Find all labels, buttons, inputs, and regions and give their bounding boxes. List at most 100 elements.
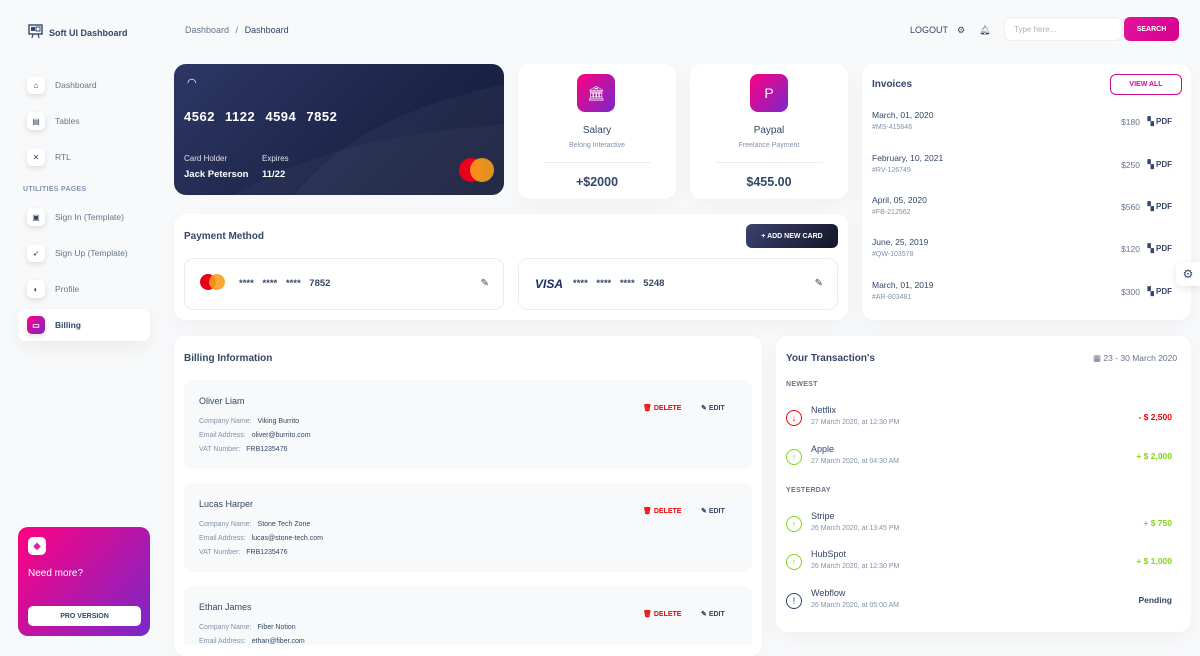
pencil-icon: ✎	[701, 405, 709, 412]
stat-subtitle: Belong Interactive	[568, 142, 626, 149]
breadcrumb-separator: /	[235, 25, 239, 35]
payment-method-title: Payment Method	[184, 231, 265, 242]
pdf-link[interactable]: ▚ PDF	[1148, 287, 1172, 296]
delete-button[interactable]: 🗑︎ DELETE	[643, 404, 681, 412]
pro-version-button[interactable]: PRO VERSION	[28, 606, 141, 626]
transaction-amount: + $ 750	[1143, 518, 1172, 528]
sidebar-item-tables[interactable]: ▤ Tables	[18, 105, 150, 137]
pdf-icon: ▚	[1147, 117, 1156, 126]
transaction-amount: Pending	[1138, 595, 1172, 605]
pdf-link[interactable]: ▚ PDF	[1148, 244, 1172, 253]
pdf-icon: ▚	[1147, 287, 1156, 296]
transaction-name: Webflow	[811, 588, 846, 598]
billing-email: ethan@fiber.com	[251, 638, 305, 645]
stat-title: Paypal	[753, 125, 785, 136]
bell-icon[interactable]: 🔔︎	[979, 25, 990, 36]
pdf-link[interactable]: ▚ PDF	[1148, 202, 1172, 211]
sidebar-item-label: RTL	[55, 152, 71, 162]
transaction-date: 26 March 2020, at 12:30 PM	[811, 563, 900, 570]
view-all-button[interactable]: VIEW ALL	[1110, 74, 1182, 95]
transaction-item: ! Webflow 26 March 2020, at 05:00 AM Pen…	[786, 588, 1176, 624]
card-number: 4562 1122 4594 7852	[184, 109, 338, 124]
payment-card-mastercard[interactable]: **** **** **** 7852 ✎	[184, 258, 504, 310]
invoice-row: June, 25, 2019 #QW-103578 $120 ▚ PDF	[872, 237, 1182, 277]
billing-entry: Oliver Liam Company Name: Viking Burrito …	[184, 380, 752, 469]
transaction-amount: - $ 2,500	[1138, 412, 1172, 422]
payment-card-visa[interactable]: VISA **** **** **** 5248 ✎	[518, 258, 838, 310]
billing-vat-row: VAT Number: FRB1235476	[199, 549, 288, 556]
invoice-row: April, 05, 2020 #FB-212562 $560 ▚ PDF	[872, 195, 1182, 235]
delete-button[interactable]: 🗑︎ DELETE	[643, 610, 681, 618]
card-digits: **** **** **** 5248	[573, 278, 665, 289]
billing-name: Oliver Liam	[199, 396, 245, 406]
arrow-up-icon: ↑	[786, 516, 802, 532]
sidebar-item-rtl[interactable]: ✕ RTL	[18, 141, 150, 173]
yesterday-label: YESTERDAY	[786, 487, 831, 494]
brand[interactable]: Soft UI Dashboard	[28, 24, 128, 41]
billing-company: Fiber Notion	[257, 624, 296, 631]
transaction-date: 26 March 2020, at 13:45 PM	[811, 525, 900, 532]
gear-icon[interactable]: ⚙	[957, 25, 965, 36]
transaction-date: 27 March 2020, at 12:30 PM	[811, 419, 900, 426]
add-new-card-button[interactable]: + ADD NEW CARD	[746, 224, 838, 248]
transaction-date: 27 March 2020, at 04:30 AM	[811, 458, 899, 465]
invoice-id: #FB-212562	[872, 209, 911, 216]
trash-icon: 🗑︎	[643, 611, 654, 618]
sidebar-section-title: UTILITIES PAGES	[23, 186, 87, 193]
search-button[interactable]: SEARCH	[1124, 17, 1179, 41]
diamond-icon: ◆	[28, 537, 46, 555]
sidebar-item-label: Dashboard	[55, 80, 97, 90]
exclamation-icon: !	[786, 593, 802, 609]
edit-button[interactable]: ✎ EDIT	[701, 404, 725, 412]
pencil-icon[interactable]: ✎	[815, 278, 823, 289]
card-holder-label: Card Holder	[184, 154, 228, 163]
sidebar-item-sign-up[interactable]: ➶ Sign Up (Template)	[18, 237, 150, 269]
breadcrumb-item[interactable]: Dashboard	[185, 25, 229, 35]
edit-button[interactable]: ✎ EDIT	[701, 610, 725, 618]
invoice-id: #RV-126749	[872, 167, 911, 174]
transaction-amount: + $ 1,000	[1136, 556, 1172, 566]
delete-button[interactable]: 🗑︎ DELETE	[643, 507, 681, 515]
pencil-icon: ✎	[701, 611, 709, 618]
pencil-icon[interactable]: ✎	[481, 278, 489, 289]
transaction-amount: + $ 2,000	[1136, 451, 1172, 461]
stat-value: $455.00	[746, 175, 792, 189]
invoice-id: #AR-803481	[872, 294, 912, 301]
sidebar-item-profile[interactable]: ◐ Profile	[18, 273, 150, 305]
invoice-amount: $250	[1121, 160, 1140, 170]
card-expires-label: Expires	[262, 154, 289, 163]
transactions-title: Your Transaction's	[786, 353, 875, 364]
date-range: ▦ 23 - 30 March 2020	[1093, 353, 1178, 363]
logout-link[interactable]: LOGOUT	[910, 25, 948, 35]
configurator-gear-icon[interactable]: ⚙	[1176, 262, 1200, 286]
breadcrumb-current: Dashboard	[244, 25, 289, 35]
billing-company-row: Company Name: Stone Tech Zone	[199, 521, 311, 528]
wifi-icon: ◠	[187, 77, 197, 89]
sidebar-item-dashboard[interactable]: ⌂ Dashboard	[18, 69, 150, 101]
transaction-item: ↑ Stripe 26 March 2020, at 13:45 PM + $ …	[786, 511, 1176, 547]
invoice-date: March, 01, 2020	[872, 110, 934, 120]
rocket-icon: ➶	[27, 244, 45, 262]
edit-button[interactable]: ✎ EDIT	[701, 507, 725, 515]
transaction-name: Apple	[811, 444, 835, 454]
newest-label: NEWEST	[786, 381, 818, 388]
search-input[interactable]: Type here...	[1004, 17, 1122, 41]
invoice-amount: $300	[1121, 287, 1140, 297]
billing-company: Stone Tech Zone	[257, 521, 311, 528]
billing-email: oliver@burrito.com	[251, 432, 311, 439]
billing-entry: Lucas Harper Company Name: Stone Tech Zon…	[184, 483, 752, 572]
sidebar-item-billing[interactable]: ▭ Billing	[18, 309, 150, 341]
card-expires: 11/22	[262, 169, 286, 180]
arrow-up-icon: ↑	[786, 449, 802, 465]
pdf-icon: ▚	[1147, 244, 1156, 253]
pdf-link[interactable]: ▚ PDF	[1148, 117, 1172, 126]
transaction-item: ↑ Apple 27 March 2020, at 04:30 AM + $ 2…	[786, 444, 1176, 480]
credit-card-icon: ▭	[27, 316, 45, 334]
paypal-icon: P	[750, 74, 788, 112]
card-digits: **** **** **** 7852	[239, 278, 331, 289]
invoice-date: February, 10, 2021	[872, 153, 944, 163]
credit-card: ◠ 4562 1122 4594 7852 Card Holder Jack P…	[174, 64, 504, 195]
sidebar-item-sign-in[interactable]: ▣ Sign In (Template)	[18, 201, 150, 233]
pdf-link[interactable]: ▚ PDF	[1148, 160, 1172, 169]
invoice-amount: $560	[1121, 202, 1140, 212]
